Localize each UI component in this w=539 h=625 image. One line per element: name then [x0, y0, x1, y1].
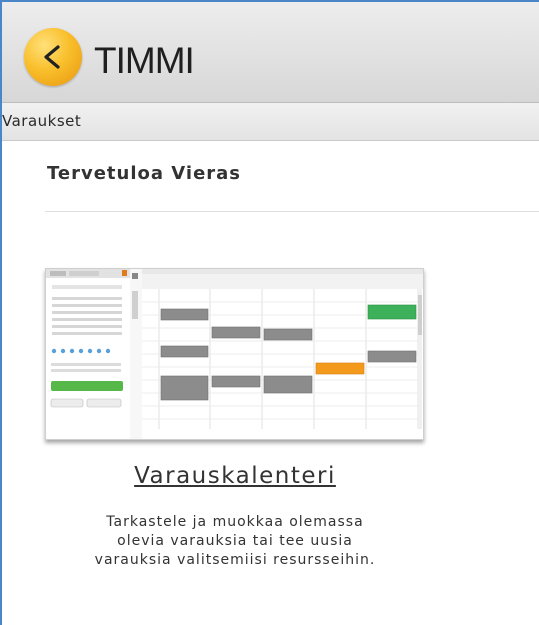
main-nav: Varaukset [2, 103, 539, 141]
description-line: olevia varauksia tai tee uusia [117, 533, 353, 549]
timmi-app: TIMMI Varaukset Tervetuloa Vieras Varaus… [0, 0, 539, 625]
calendar-tile-title-link[interactable]: Varauskalenteri [45, 463, 425, 489]
heading-divider [45, 211, 539, 212]
logo-back-button[interactable] [24, 28, 82, 86]
description-line: varauksia valitsemiisi resursseihin. [94, 552, 376, 568]
back-arrow-icon [44, 45, 60, 69]
calendar-preview-graphic [46, 269, 423, 439]
app-logo-text: TIMMI [94, 40, 195, 81]
app-header: TIMMI [2, 2, 539, 103]
nav-item-varaukset[interactable]: Varaukset [2, 112, 81, 130]
calendar-tile-image-link[interactable] [45, 268, 425, 443]
calendar-tile-description: Tarkastele ja muokkaa olemassa olevia va… [45, 513, 425, 570]
welcome-heading: Tervetuloa Vieras [47, 163, 242, 184]
description-line: Tarkastele ja muokkaa olemassa [106, 514, 364, 530]
calendar-preview-image [45, 268, 424, 440]
